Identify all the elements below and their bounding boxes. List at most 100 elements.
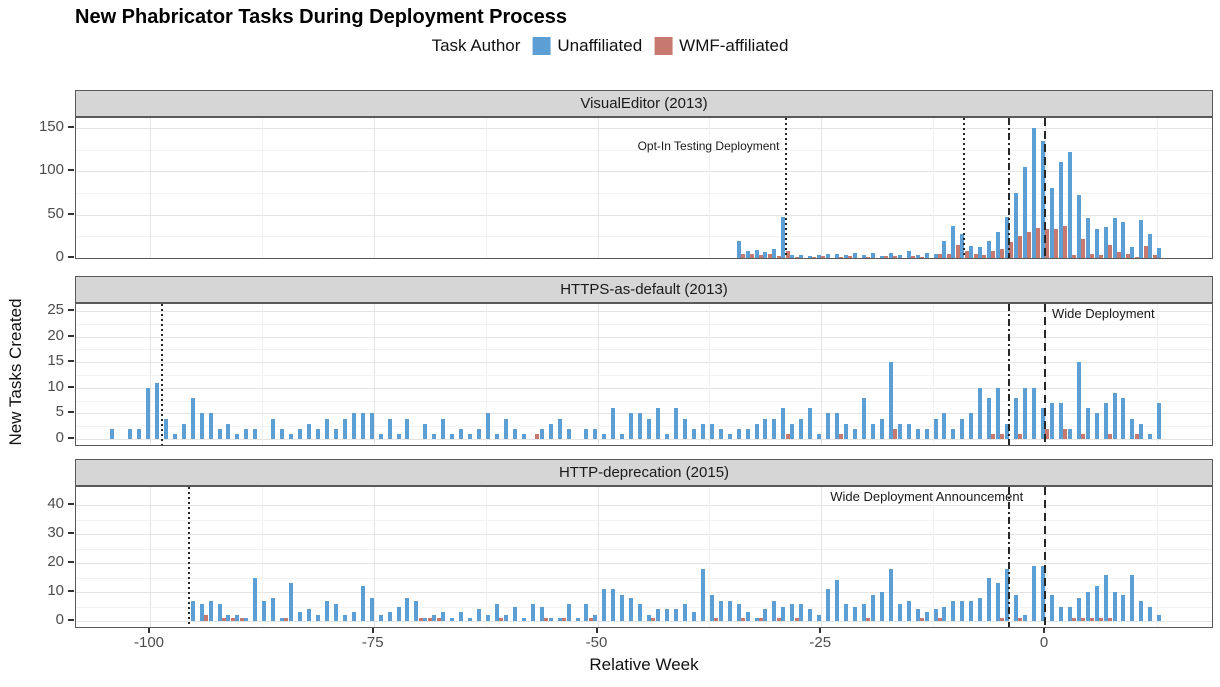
bar-wmf-affiliated xyxy=(866,257,870,258)
bar-wmf-affiliated xyxy=(428,618,432,621)
bar-unaffiliated xyxy=(817,434,821,439)
bar-wmf-affiliated xyxy=(544,618,548,621)
bar-unaffiliated xyxy=(996,388,1000,439)
bar-unaffiliated xyxy=(423,424,427,439)
bar-unaffiliated xyxy=(871,253,875,258)
bar-unaffiliated xyxy=(889,569,893,621)
bar-wmf-affiliated xyxy=(1135,257,1139,258)
bar-unaffiliated xyxy=(1023,388,1027,439)
gridline-major xyxy=(76,563,1212,564)
bar-unaffiliated xyxy=(799,255,803,258)
bar-unaffiliated xyxy=(540,429,544,439)
x-tick-label: -25 xyxy=(790,634,850,651)
y-tick-label: 30 xyxy=(24,524,64,541)
bar-unaffiliated xyxy=(334,604,338,621)
bar-unaffiliated xyxy=(468,618,472,621)
bar-unaffiliated xyxy=(432,434,436,439)
gridline-minor-x xyxy=(486,118,487,258)
y-tick-label: 40 xyxy=(24,495,64,512)
bar-unaffiliated xyxy=(1095,586,1099,621)
bar-wmf-affiliated xyxy=(1063,429,1067,439)
y-tick-mark xyxy=(68,619,74,621)
bar-wmf-affiliated xyxy=(795,618,799,621)
y-tick-mark xyxy=(68,411,74,413)
bar-unaffiliated xyxy=(549,618,553,621)
bar-wmf-affiliated xyxy=(848,256,852,258)
y-tick-label: 25 xyxy=(24,301,64,318)
bar-wmf-affiliated xyxy=(1018,434,1022,439)
bar-unaffiliated xyxy=(907,424,911,439)
annotation-text: Wide Deployment xyxy=(1052,306,1155,321)
legend-title: Task Author xyxy=(432,36,521,56)
bar-wmf-affiliated xyxy=(1018,236,1022,258)
bar-unaffiliated xyxy=(907,601,911,621)
bar-unaffiliated xyxy=(638,604,642,621)
y-tick-mark xyxy=(68,309,74,311)
bar-unaffiliated xyxy=(1086,592,1090,621)
bar-wmf-affiliated xyxy=(938,254,942,258)
bar-unaffiliated xyxy=(799,419,803,439)
bar-unaffiliated xyxy=(898,604,902,621)
gridline-minor-x xyxy=(1157,118,1158,258)
bar-unaffiliated xyxy=(253,578,257,622)
bar-unaffiliated xyxy=(477,429,481,439)
bar-unaffiliated xyxy=(942,607,946,622)
bar-wmf-affiliated xyxy=(1027,232,1031,258)
bar-unaffiliated xyxy=(701,569,705,621)
vline-dashdot xyxy=(1008,304,1010,445)
bar-unaffiliated xyxy=(334,429,338,439)
facet-strip-label: HTTP-deprecation (2015) xyxy=(559,464,729,481)
y-tick-label: 50 xyxy=(24,205,64,222)
bar-unaffiliated xyxy=(960,601,964,621)
gridline-major xyxy=(76,388,1212,389)
bar-wmf-affiliated xyxy=(1072,618,1076,621)
x-tick-label: -50 xyxy=(567,634,627,651)
bar-unaffiliated xyxy=(1121,222,1125,258)
bar-unaffiliated xyxy=(173,434,177,439)
bar-wmf-affiliated xyxy=(759,255,763,258)
bar-unaffiliated xyxy=(316,615,320,621)
bar-unaffiliated xyxy=(504,419,508,439)
bar-unaffiliated xyxy=(925,253,929,258)
bar-unaffiliated xyxy=(182,424,186,439)
bar-wmf-affiliated xyxy=(1081,239,1085,258)
bar-unaffiliated xyxy=(692,612,696,621)
vline-dashed xyxy=(1044,487,1046,627)
bar-unaffiliated xyxy=(253,429,257,439)
bar-unaffiliated xyxy=(602,434,606,439)
bar-wmf-affiliated xyxy=(1099,255,1103,258)
bar-unaffiliated xyxy=(576,618,580,621)
bar-unaffiliated xyxy=(1113,393,1117,439)
y-tick-mark xyxy=(68,213,74,215)
bar-unaffiliated xyxy=(289,583,293,621)
bar-unaffiliated xyxy=(486,413,490,439)
bar-wmf-affiliated xyxy=(1054,229,1058,258)
y-tick-mark xyxy=(68,335,74,337)
bar-unaffiliated xyxy=(110,429,114,439)
gridline-major xyxy=(76,128,1212,129)
bar-unaffiliated xyxy=(889,362,893,439)
bar-unaffiliated xyxy=(486,615,490,621)
bar-unaffiliated xyxy=(593,429,597,439)
x-tick-mark xyxy=(1043,628,1045,633)
bar-unaffiliated xyxy=(692,429,696,439)
bar-unaffiliated xyxy=(468,434,472,439)
bar-unaffiliated xyxy=(352,413,356,439)
y-tick-label: 0 xyxy=(24,248,64,265)
gridline-minor-x xyxy=(933,487,934,627)
gridline-major xyxy=(76,311,1212,312)
bar-unaffiliated xyxy=(719,601,723,621)
bar-unaffiliated xyxy=(826,589,830,621)
bar-wmf-affiliated xyxy=(1108,245,1112,258)
bar-unaffiliated xyxy=(656,408,660,439)
y-tick-mark xyxy=(68,169,74,171)
bar-wmf-affiliated xyxy=(1072,255,1076,258)
bar-wmf-affiliated xyxy=(768,254,772,258)
facet-strip-label: VisualEditor (2013) xyxy=(580,95,707,112)
bar-wmf-affiliated xyxy=(920,618,924,621)
vline-dashed xyxy=(1044,304,1046,445)
bar-wmf-affiliated xyxy=(1144,246,1148,258)
bar-wmf-affiliated xyxy=(982,255,986,258)
bar-unaffiliated xyxy=(960,419,964,439)
y-tick-mark xyxy=(68,126,74,128)
